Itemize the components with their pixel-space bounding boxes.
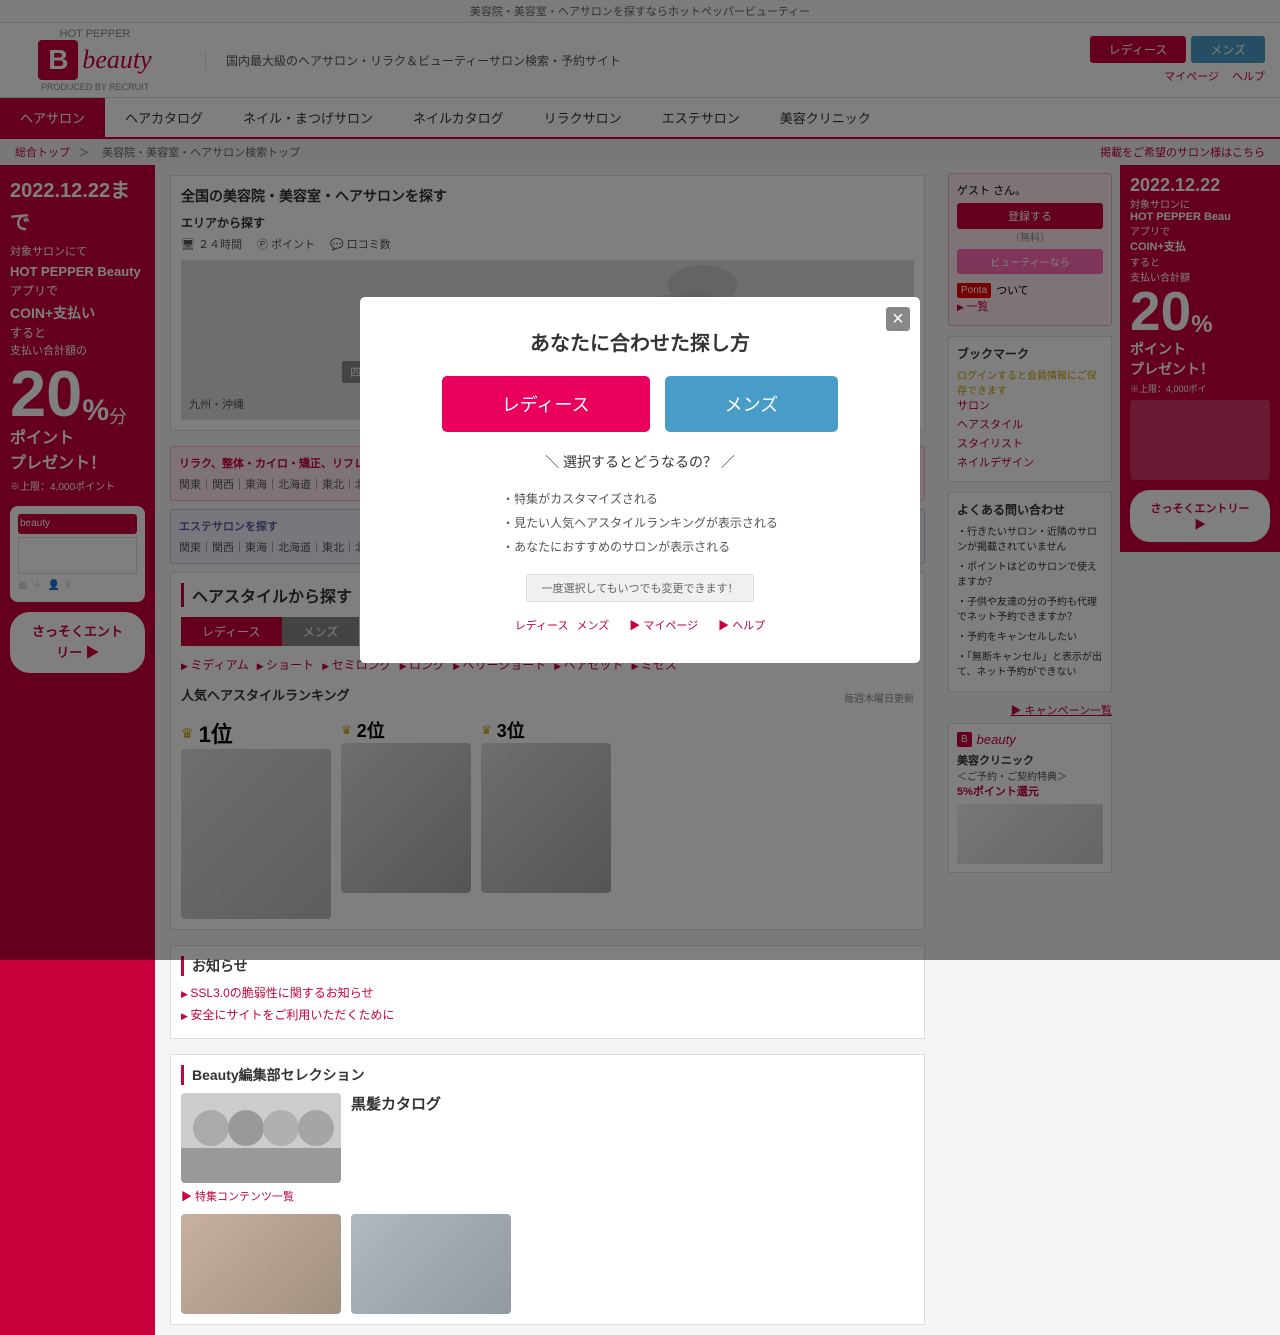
modal-footer-gender-links: レディース メンズ: [515, 617, 609, 633]
news-item-ssl[interactable]: SSL3.0の脆弱性に関するお知らせ: [181, 984, 914, 1001]
modal-title: あなたに合わせた探し方: [390, 327, 890, 356]
modal-footer: レディース メンズ ▶ マイページ ▶ ヘルプ: [390, 617, 890, 633]
modal-footer-mens[interactable]: メンズ: [577, 617, 610, 633]
news-item-safety[interactable]: 安全にサイトをご利用いただくために: [181, 1006, 914, 1023]
modal-footer-help[interactable]: ▶ ヘルプ: [718, 617, 765, 633]
modal-footer-mypage[interactable]: ▶ マイページ: [629, 617, 698, 633]
modal-benefits: ・特集がカスタマイズされる ・見たい人気ヘアスタイルランキングが表示される ・あ…: [502, 487, 778, 559]
bottom-photo-2[interactable]: [351, 1214, 511, 1314]
more-contents-link[interactable]: ▶ 特集コンテンツ一覧: [181, 1188, 914, 1204]
beauty-sel-title: Beauty編集部セレクション: [181, 1065, 914, 1085]
modal-close-button[interactable]: ×: [886, 307, 910, 331]
beauty-sel-info: 黒髪カタログ: [351, 1093, 441, 1183]
modal-footer-ladies[interactable]: レディース: [515, 617, 569, 633]
modal-note: 一度選択してもいつでも変更できます！: [526, 574, 755, 602]
modal-overlay[interactable]: × あなたに合わせた探し方 レディース メンズ ＼ 選択するとどうなるの？ ／ …: [0, 0, 1280, 960]
beauty-sel-svg: [181, 1093, 341, 1183]
beauty-sel-item-title[interactable]: 黒髪カタログ: [351, 1093, 441, 1114]
modal-benefit-3: ・あなたにおすすめのサロンが表示される: [502, 535, 778, 559]
modal-gender-buttons: レディース メンズ: [390, 376, 890, 432]
beauty-sel-image[interactable]: [181, 1093, 341, 1183]
beauty-selection-section: Beauty編集部セレクション 黒髪カタログ: [170, 1054, 925, 1325]
modal-benefit-2: ・見たい人気ヘアスタイルランキングが表示される: [502, 511, 778, 535]
modal-sub-title: ＼ 選択するとどうなるの？ ／: [390, 452, 890, 472]
modal-dialog: × あなたに合わせた探し方 レディース メンズ ＼ 選択するとどうなるの？ ／ …: [360, 297, 920, 663]
beauty-sel-content: 黒髪カタログ: [181, 1093, 914, 1183]
bottom-photo-1[interactable]: [181, 1214, 341, 1314]
modal-mens-button[interactable]: メンズ: [665, 376, 839, 432]
modal-benefit-1: ・特集がカスタマイズされる: [502, 487, 778, 511]
bottom-photos: [181, 1214, 914, 1314]
modal-ladies-button[interactable]: レディース: [442, 376, 650, 432]
